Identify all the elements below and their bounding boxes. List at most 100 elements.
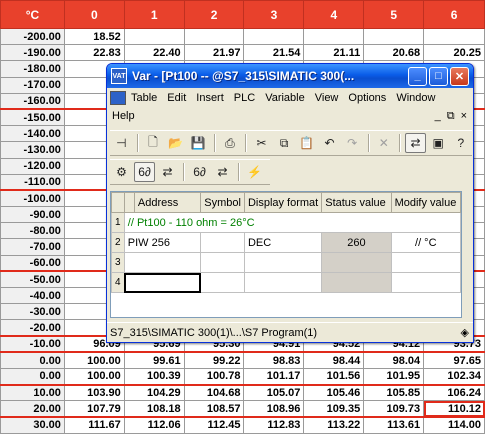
header-cell[interactable]: 5 (363, 0, 425, 29)
header-cell[interactable]: 6 (423, 0, 485, 29)
menu-table[interactable]: Table (126, 92, 162, 104)
menu-help[interactable]: Help (107, 110, 140, 122)
temperature-cell[interactable]: 30.00 (0, 415, 65, 434)
menu-variable[interactable]: Variable (260, 92, 310, 104)
temperature-cell[interactable]: -110.00 (0, 173, 65, 191)
header-cell[interactable]: 3 (243, 0, 305, 29)
resistance-cell[interactable]: 98.83 (243, 351, 305, 369)
header-cell[interactable]: 1 (123, 0, 185, 29)
save-icon[interactable]: 💾 (188, 133, 209, 153)
temperature-cell[interactable]: -80.00 (0, 222, 65, 240)
display-format-cell[interactable]: DEC (243, 232, 323, 253)
resistance-cell[interactable]: 108.57 (183, 400, 245, 418)
modify-value-cell[interactable]: // °C (390, 232, 461, 253)
resistance-cell[interactable]: 109.73 (363, 400, 425, 418)
resistance-cell[interactable]: 102.34 (423, 367, 485, 386)
resistance-cell[interactable]: 104.68 (183, 383, 245, 402)
temperature-cell[interactable]: -30.00 (0, 303, 65, 321)
temperature-cell[interactable]: -60.00 (0, 254, 65, 272)
temperature-cell[interactable]: -180.00 (0, 60, 65, 78)
resistance-cell[interactable]: 101.17 (243, 367, 305, 386)
resistance-cell[interactable]: 113.61 (363, 415, 425, 434)
monitor-icon[interactable]: ▣ (428, 133, 449, 153)
menu-options[interactable]: Options (343, 92, 391, 104)
modify-value-cell[interactable] (390, 272, 461, 293)
resistance-cell[interactable]: 100.78 (183, 367, 245, 386)
table-row[interactable]: 3 (111, 252, 461, 273)
mdi-restore-button[interactable]: ⧉ (447, 110, 455, 123)
display-format-cell[interactable] (243, 252, 323, 273)
mdi-close-button[interactable]: × (461, 110, 467, 123)
resistance-cell[interactable]: 108.96 (243, 400, 305, 418)
resistance-cell[interactable]: 22.40 (123, 44, 185, 62)
grid-header-status-value[interactable]: Status value (321, 192, 392, 213)
resistance-cell[interactable]: 100.00 (63, 351, 125, 369)
table-row[interactable]: 2 PIW 256 DEC 260 // °C (111, 232, 461, 253)
force-icon[interactable]: ⚡ (244, 162, 265, 182)
online-icon[interactable]: ⇄ (405, 133, 426, 153)
resistance-cell[interactable] (123, 27, 185, 46)
resistance-cell[interactable]: 98.44 (303, 351, 365, 369)
grid-header-address[interactable]: Address (133, 192, 202, 213)
resistance-cell[interactable]: 20.25 (423, 44, 485, 62)
copy-icon[interactable]: ⧉ (274, 133, 295, 153)
grid-header-display-format[interactable]: Display format (243, 192, 323, 213)
resistance-cell[interactable] (363, 27, 425, 46)
modify-value-cell[interactable] (390, 252, 461, 273)
symbol-cell[interactable] (200, 252, 245, 273)
temperature-cell[interactable]: 0.00 (0, 367, 65, 386)
temperature-cell[interactable]: -40.00 (0, 286, 65, 305)
resistance-cell[interactable]: 112.83 (243, 415, 305, 434)
table-row[interactable]: 4 (111, 272, 461, 293)
resistance-cell[interactable]: 22.83 (63, 44, 125, 62)
resistance-cell[interactable]: 97.65 (423, 351, 485, 369)
var-window[interactable]: VAT Var - [Pt100 -- @S7_315\SIMATIC 300(… (106, 63, 474, 343)
grid-header-symbol[interactable]: Symbol (200, 192, 245, 213)
header-cell[interactable]: 4 (303, 0, 365, 29)
symbol-cell[interactable] (200, 272, 245, 293)
resistance-cell[interactable]: 108.18 (123, 400, 185, 418)
paste-icon[interactable]: 📋 (297, 133, 318, 153)
monitor-once-icon[interactable]: 6∂ (189, 162, 210, 182)
menu-insert[interactable]: Insert (191, 92, 229, 104)
title-bar[interactable]: VAT Var - [Pt100 -- @S7_315\SIMATIC 300(… (107, 64, 473, 88)
delete-icon[interactable]: ✕ (374, 133, 395, 153)
temperature-cell[interactable]: -130.00 (0, 141, 65, 159)
close-button[interactable]: ✕ (450, 66, 469, 86)
resistance-cell[interactable]: 103.90 (63, 383, 125, 402)
modify-variable-icon[interactable]: ⇄ (157, 162, 178, 182)
temperature-cell[interactable]: 20.00 (0, 400, 65, 418)
resistance-cell[interactable]: 106.24 (423, 383, 485, 402)
resistance-cell[interactable]: 104.29 (123, 383, 185, 402)
table-row[interactable]: 1 // Pt100 - 110 ohm = 26°C (111, 212, 461, 233)
resistance-cell[interactable]: 101.56 (303, 367, 365, 386)
maximize-button[interactable]: □ (429, 66, 448, 86)
temperature-cell[interactable]: 10.00 (0, 383, 65, 402)
symbol-cell[interactable] (200, 232, 245, 253)
address-cell-selected[interactable] (123, 272, 202, 293)
redo-icon[interactable]: ↷ (342, 133, 363, 153)
modify-once-icon[interactable]: ⇄ (212, 162, 233, 182)
resistance-cell[interactable]: 111.67 (63, 415, 125, 434)
temperature-cell[interactable]: -100.00 (0, 189, 65, 208)
print-icon[interactable]: ⎙ (220, 133, 241, 153)
resistance-cell[interactable]: 105.46 (303, 383, 365, 402)
resistance-cell[interactable]: 99.61 (123, 351, 185, 369)
temperature-cell[interactable]: 0.00 (0, 351, 65, 369)
open-icon[interactable]: 📂 (165, 133, 186, 153)
temperature-cell[interactable]: -20.00 (0, 319, 65, 337)
temperature-cell[interactable]: -10.00 (0, 335, 65, 353)
menu-window[interactable]: Window (391, 92, 440, 104)
resistance-cell[interactable]: 105.85 (363, 383, 425, 402)
undo-icon[interactable]: ↶ (319, 133, 340, 153)
display-format-cell[interactable] (243, 272, 323, 293)
menu-plc[interactable]: PLC (229, 92, 260, 104)
comment-cell[interactable]: // Pt100 - 110 ohm = 26°C (123, 212, 461, 233)
resistance-cell[interactable]: 114.00 (423, 415, 485, 434)
document-icon[interactable] (110, 91, 126, 105)
mdi-minimize-button[interactable]: _ (435, 110, 441, 123)
resistance-cell[interactable]: 110.12 (423, 400, 485, 418)
resistance-cell[interactable]: 112.45 (183, 415, 245, 434)
resistance-cell[interactable]: 100.00 (63, 367, 125, 386)
monitor-variable-icon[interactable]: 6∂ (134, 162, 155, 182)
